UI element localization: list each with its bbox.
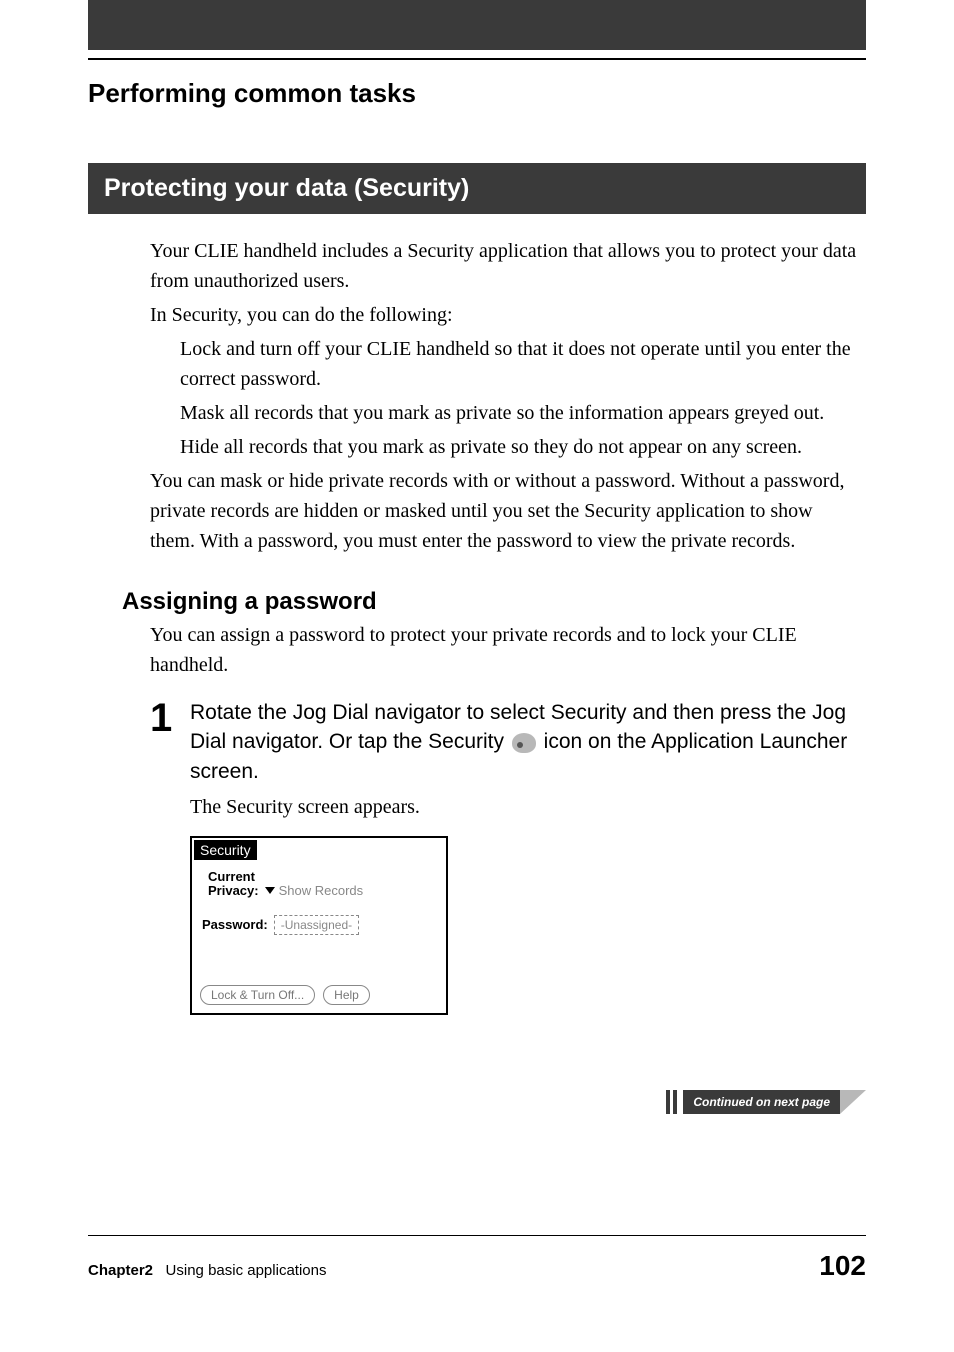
section-heading: Protecting your data (Security) bbox=[88, 163, 866, 214]
privacy-label: Current Privacy: bbox=[208, 870, 259, 899]
bullet-item-1: Lock and turn off your CLIE handheld so … bbox=[88, 334, 866, 394]
password-row: Password: -Unassigned- bbox=[202, 915, 438, 935]
lock-turn-off-button[interactable]: Lock & Turn Off... bbox=[200, 985, 315, 1005]
after-bullets-paragraph: You can mask or hide private records wit… bbox=[88, 466, 866, 556]
footer-chapter: Chapter2 bbox=[88, 1262, 153, 1279]
password-label: Password: bbox=[202, 917, 268, 932]
continued-banner: Continued on next page bbox=[666, 1090, 866, 1114]
continued-bar-1 bbox=[666, 1090, 670, 1114]
intro-paragraph-2: In Security, you can do the following: bbox=[88, 300, 866, 330]
page-number: 102 bbox=[819, 1250, 866, 1282]
privacy-value-text: Show Records bbox=[279, 883, 364, 898]
footer-left: Chapter2 Using basic applications bbox=[88, 1262, 326, 1279]
page-footer: Chapter2 Using basic applications 102 bbox=[88, 1235, 866, 1282]
subheading-body: You can assign a password to protect you… bbox=[88, 620, 866, 680]
continued-arrow-icon bbox=[840, 1090, 866, 1114]
content-area: Performing common tasks Protecting your … bbox=[0, 58, 954, 1015]
screenshot-title: Security bbox=[194, 840, 257, 860]
help-button[interactable]: Help bbox=[323, 985, 370, 1005]
password-field[interactable]: -Unassigned- bbox=[274, 915, 359, 935]
continued-bars bbox=[666, 1090, 677, 1114]
step-1: 1 Rotate the Jog Dial navigator to selec… bbox=[88, 698, 866, 822]
step-content: Rotate the Jog Dial navigator to select … bbox=[190, 698, 858, 822]
security-screenshot: Security Current Privacy: Show Records P… bbox=[190, 836, 448, 1015]
subheading-assigning-password: Assigning a password bbox=[88, 588, 866, 616]
security-icon bbox=[512, 733, 536, 753]
dropdown-triangle-icon bbox=[265, 887, 275, 894]
privacy-label-line1: Current bbox=[208, 869, 255, 884]
bullet-item-2: Mask all records that you mark as privat… bbox=[88, 398, 866, 428]
screenshot-body: Current Privacy: Show Records Password: … bbox=[192, 860, 446, 1013]
footer-chapter-title: Using basic applications bbox=[166, 1262, 327, 1279]
header-bar bbox=[88, 0, 866, 50]
step-number: 1 bbox=[150, 698, 190, 822]
privacy-dropdown[interactable]: Show Records bbox=[265, 883, 364, 898]
continued-bar-2 bbox=[673, 1090, 677, 1114]
step-instruction: Rotate the Jog Dial navigator to select … bbox=[190, 698, 858, 786]
continued-text: Continued on next page bbox=[683, 1090, 840, 1114]
screenshot-button-row: Lock & Turn Off... Help bbox=[200, 985, 438, 1005]
bullet-item-3: Hide all records that you mark as privat… bbox=[88, 432, 866, 462]
privacy-row: Current Privacy: Show Records bbox=[208, 870, 438, 899]
page-title: Performing common tasks bbox=[88, 78, 866, 109]
header-rule bbox=[88, 58, 866, 60]
privacy-label-line2: Privacy: bbox=[208, 883, 259, 898]
step-result: The Security screen appears. bbox=[190, 792, 858, 822]
intro-paragraph-1: Your CLIE handheld includes a Security a… bbox=[88, 236, 866, 296]
